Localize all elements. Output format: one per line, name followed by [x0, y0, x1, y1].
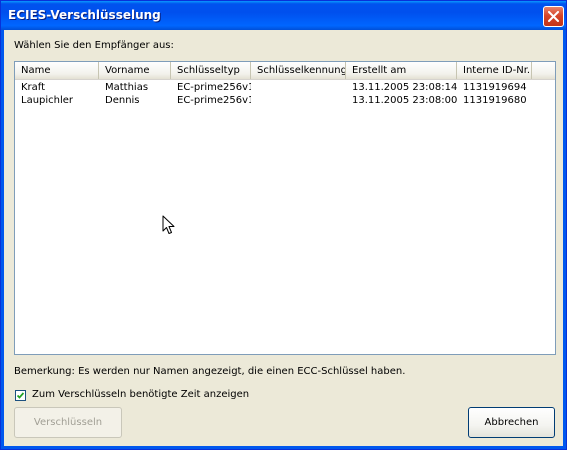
column-header-name[interactable]: Name: [15, 62, 99, 79]
cell-schluesselkennung: [251, 81, 346, 94]
window-frame-bottom: [1, 446, 566, 449]
cell-schluesselkennung: [251, 94, 346, 107]
recipient-list[interactable]: Name Vorname Schlüsseltyp Schlüsselkennu…: [14, 61, 556, 355]
remark-text: Bemerkung: Es werden nur Namen angezeigt…: [14, 366, 406, 377]
column-header-filler: [532, 62, 555, 79]
table-row[interactable]: Laupichler Dennis EC-prime256v1 13.11.20…: [15, 94, 555, 107]
mouse-pointer-icon: [162, 215, 175, 234]
cell-vorname: Dennis: [105, 95, 140, 106]
cancel-button[interactable]: Abbrechen: [468, 407, 555, 438]
encrypt-button[interactable]: Verschlüsseln: [14, 407, 122, 438]
column-header-vorname[interactable]: Vorname: [99, 62, 171, 79]
recipient-prompt: Wählen Sie den Empfänger aus:: [14, 40, 174, 51]
checkmark-icon: [17, 392, 24, 399]
cell-vorname: Matthias: [105, 82, 149, 93]
close-icon: [548, 11, 559, 22]
column-header-schluesselkennung[interactable]: Schlüsselkennung: [251, 62, 346, 79]
show-time-checkbox[interactable]: [15, 390, 26, 401]
encryption-dialog: ECIES-Verschlüsselung Wählen Sie den Emp…: [0, 0, 567, 450]
cell-id: 1131919680: [463, 95, 527, 106]
cell-schluesseltyp: EC-prime256v1: [177, 95, 251, 106]
cell-name: Laupichler: [21, 95, 74, 106]
window-title: ECIES-Verschlüsselung: [8, 8, 161, 22]
cell-name: Kraft: [21, 82, 46, 93]
cell-erstellt: 13.11.2005 23:08:00: [352, 95, 457, 106]
close-button[interactable]: [543, 6, 564, 27]
window-frame-left: [1, 30, 4, 449]
column-header-id[interactable]: Interne ID-Nr.: [457, 62, 532, 79]
column-header-schluesseltyp[interactable]: Schlüsseltyp: [171, 62, 251, 79]
column-header-erstellt[interactable]: Erstellt am: [346, 62, 457, 79]
list-header: Name Vorname Schlüsseltyp Schlüsselkennu…: [15, 62, 555, 80]
window-frame-right: [563, 30, 566, 449]
cell-erstellt: 13.11.2005 23:08:14: [352, 82, 457, 93]
show-time-label[interactable]: Zum Verschlüsseln benötigte Zeit anzeige…: [32, 389, 249, 400]
cell-schluesseltyp: EC-prime256v1: [177, 82, 251, 93]
cell-id: 1131919694: [463, 82, 527, 93]
title-bar[interactable]: ECIES-Verschlüsselung: [1, 1, 566, 30]
table-row[interactable]: Kraft Matthias EC-prime256v1 13.11.2005 …: [15, 81, 555, 94]
